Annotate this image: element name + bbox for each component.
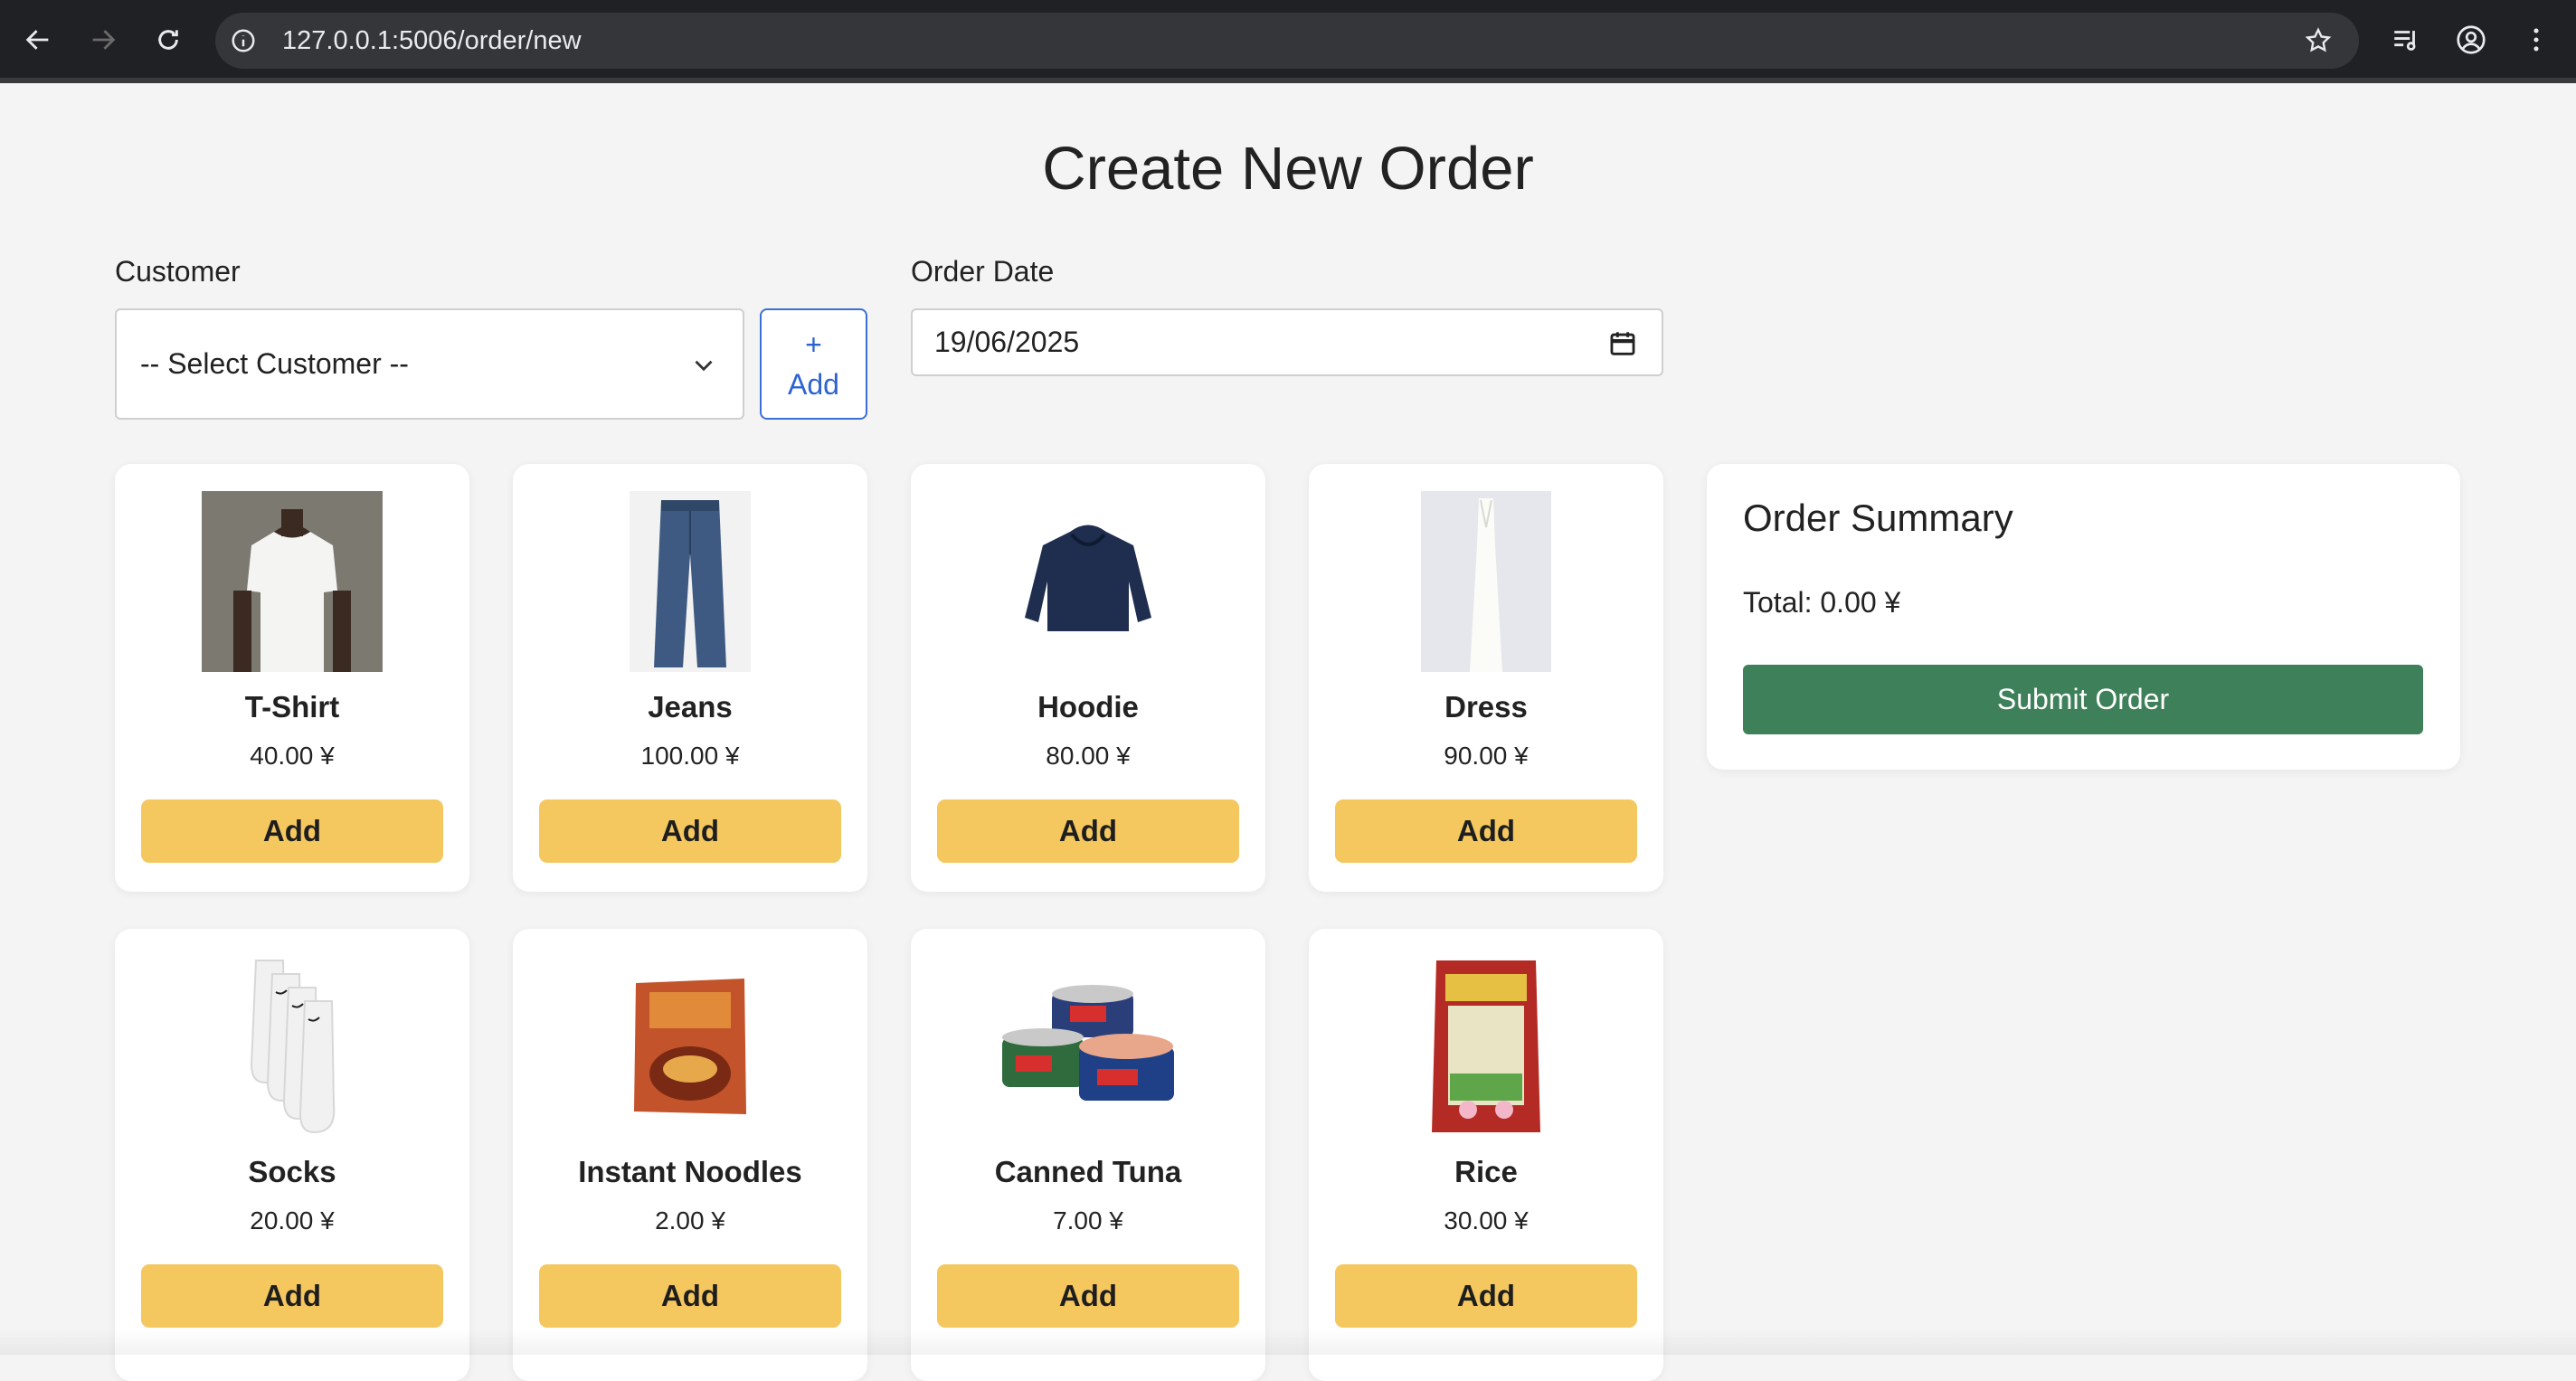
page-title: Create New Order	[1042, 135, 1534, 203]
site-info-icon[interactable]	[228, 25, 259, 56]
add-hoodie-button[interactable]: Add	[937, 799, 1239, 863]
product-name: Jeans	[648, 690, 733, 724]
reload-icon[interactable]	[148, 20, 188, 60]
forward-icon[interactable]	[83, 20, 123, 60]
add-socks-button[interactable]: Add	[141, 1264, 443, 1328]
product-card-tshirt: T-Shirt 40.00 ¥ Add	[115, 464, 469, 892]
jeans-image	[600, 491, 781, 672]
product-card-canned-tuna: Canned Tuna 7.00 ¥ Add	[911, 929, 1265, 1381]
noodles-image	[600, 956, 781, 1137]
scroll-shadow	[0, 1329, 2576, 1355]
add-jeans-button[interactable]: Add	[539, 799, 841, 863]
chevron-down-icon	[688, 350, 719, 381]
add-instant-noodles-button[interactable]: Add	[539, 1264, 841, 1328]
order-date-input[interactable]: 19/06/2025	[911, 308, 1663, 376]
add-dress-button[interactable]: Add	[1335, 799, 1637, 863]
submit-order-button[interactable]: Submit Order	[1743, 665, 2423, 734]
product-name: Socks	[248, 1155, 336, 1188]
calendar-icon[interactable]	[1607, 328, 1638, 359]
address-bar[interactable]: 127.0.0.1:5006/order/new	[215, 13, 2359, 69]
order-summary-heading: Order Summary	[1743, 497, 2013, 539]
product-card-dress: Dress 90.00 ¥ Add	[1309, 464, 1663, 892]
socks-image	[202, 956, 383, 1137]
order-total: Total: 0.00 ¥	[1743, 586, 1901, 619]
add-rice-button[interactable]: Add	[1335, 1264, 1637, 1328]
back-icon[interactable]	[18, 20, 58, 60]
bookmark-star-icon[interactable]	[2301, 24, 2335, 58]
order-date-label: Order Date	[911, 255, 1055, 288]
customer-select[interactable]: -- Select Customer --	[115, 308, 744, 420]
media-controls-icon[interactable]	[2386, 20, 2426, 60]
rice-image	[1396, 956, 1577, 1137]
product-name: T-Shirt	[244, 690, 340, 724]
menu-kebab-icon[interactable]	[2516, 20, 2556, 60]
tuna-image	[998, 956, 1179, 1137]
add-customer-plus: +	[805, 327, 822, 361]
product-price: 80.00 ¥	[1046, 742, 1131, 770]
product-card-instant-noodles: Instant Noodles 2.00 ¥ Add	[513, 929, 867, 1381]
order-summary-panel: Order Summary Total: 0.00 ¥ Submit Order	[1707, 464, 2460, 770]
product-price: 100.00 ¥	[640, 742, 740, 770]
dress-image	[1396, 491, 1577, 672]
add-customer-button[interactable]: + Add	[760, 308, 867, 420]
customer-label: Customer	[115, 255, 241, 288]
product-name: Rice	[1454, 1155, 1518, 1188]
product-price: 40.00 ¥	[250, 742, 335, 770]
product-price: 90.00 ¥	[1444, 742, 1529, 770]
tshirt-image	[202, 491, 383, 672]
profile-icon[interactable]	[2451, 20, 2491, 60]
product-name: Hoodie	[1037, 690, 1139, 724]
add-customer-label: Add	[788, 367, 839, 401]
product-price: 30.00 ¥	[1444, 1206, 1529, 1234]
product-card-rice: Rice 30.00 ¥ Add	[1309, 929, 1663, 1381]
product-card-socks: Socks 20.00 ¥ Add	[115, 929, 469, 1381]
product-card-hoodie: Hoodie 80.00 ¥ Add	[911, 464, 1265, 892]
product-price: 7.00 ¥	[1053, 1206, 1123, 1234]
product-name: Dress	[1444, 690, 1528, 724]
add-canned-tuna-button[interactable]: Add	[937, 1264, 1239, 1328]
hoodie-image	[998, 491, 1179, 672]
product-price: 20.00 ¥	[250, 1206, 335, 1234]
url-text[interactable]: 127.0.0.1:5006/order/new	[282, 25, 582, 56]
product-card-jeans: Jeans 100.00 ¥ Add	[513, 464, 867, 892]
customer-select-value: -- Select Customer --	[140, 347, 409, 380]
product-name: Canned Tuna	[994, 1155, 1182, 1188]
product-name: Instant Noodles	[578, 1155, 802, 1188]
browser-toolbar: 127.0.0.1:5006/order/new	[0, 0, 2576, 83]
product-price: 2.00 ¥	[655, 1206, 725, 1234]
add-tshirt-button[interactable]: Add	[141, 799, 443, 863]
order-date-value: 19/06/2025	[934, 326, 1080, 358]
